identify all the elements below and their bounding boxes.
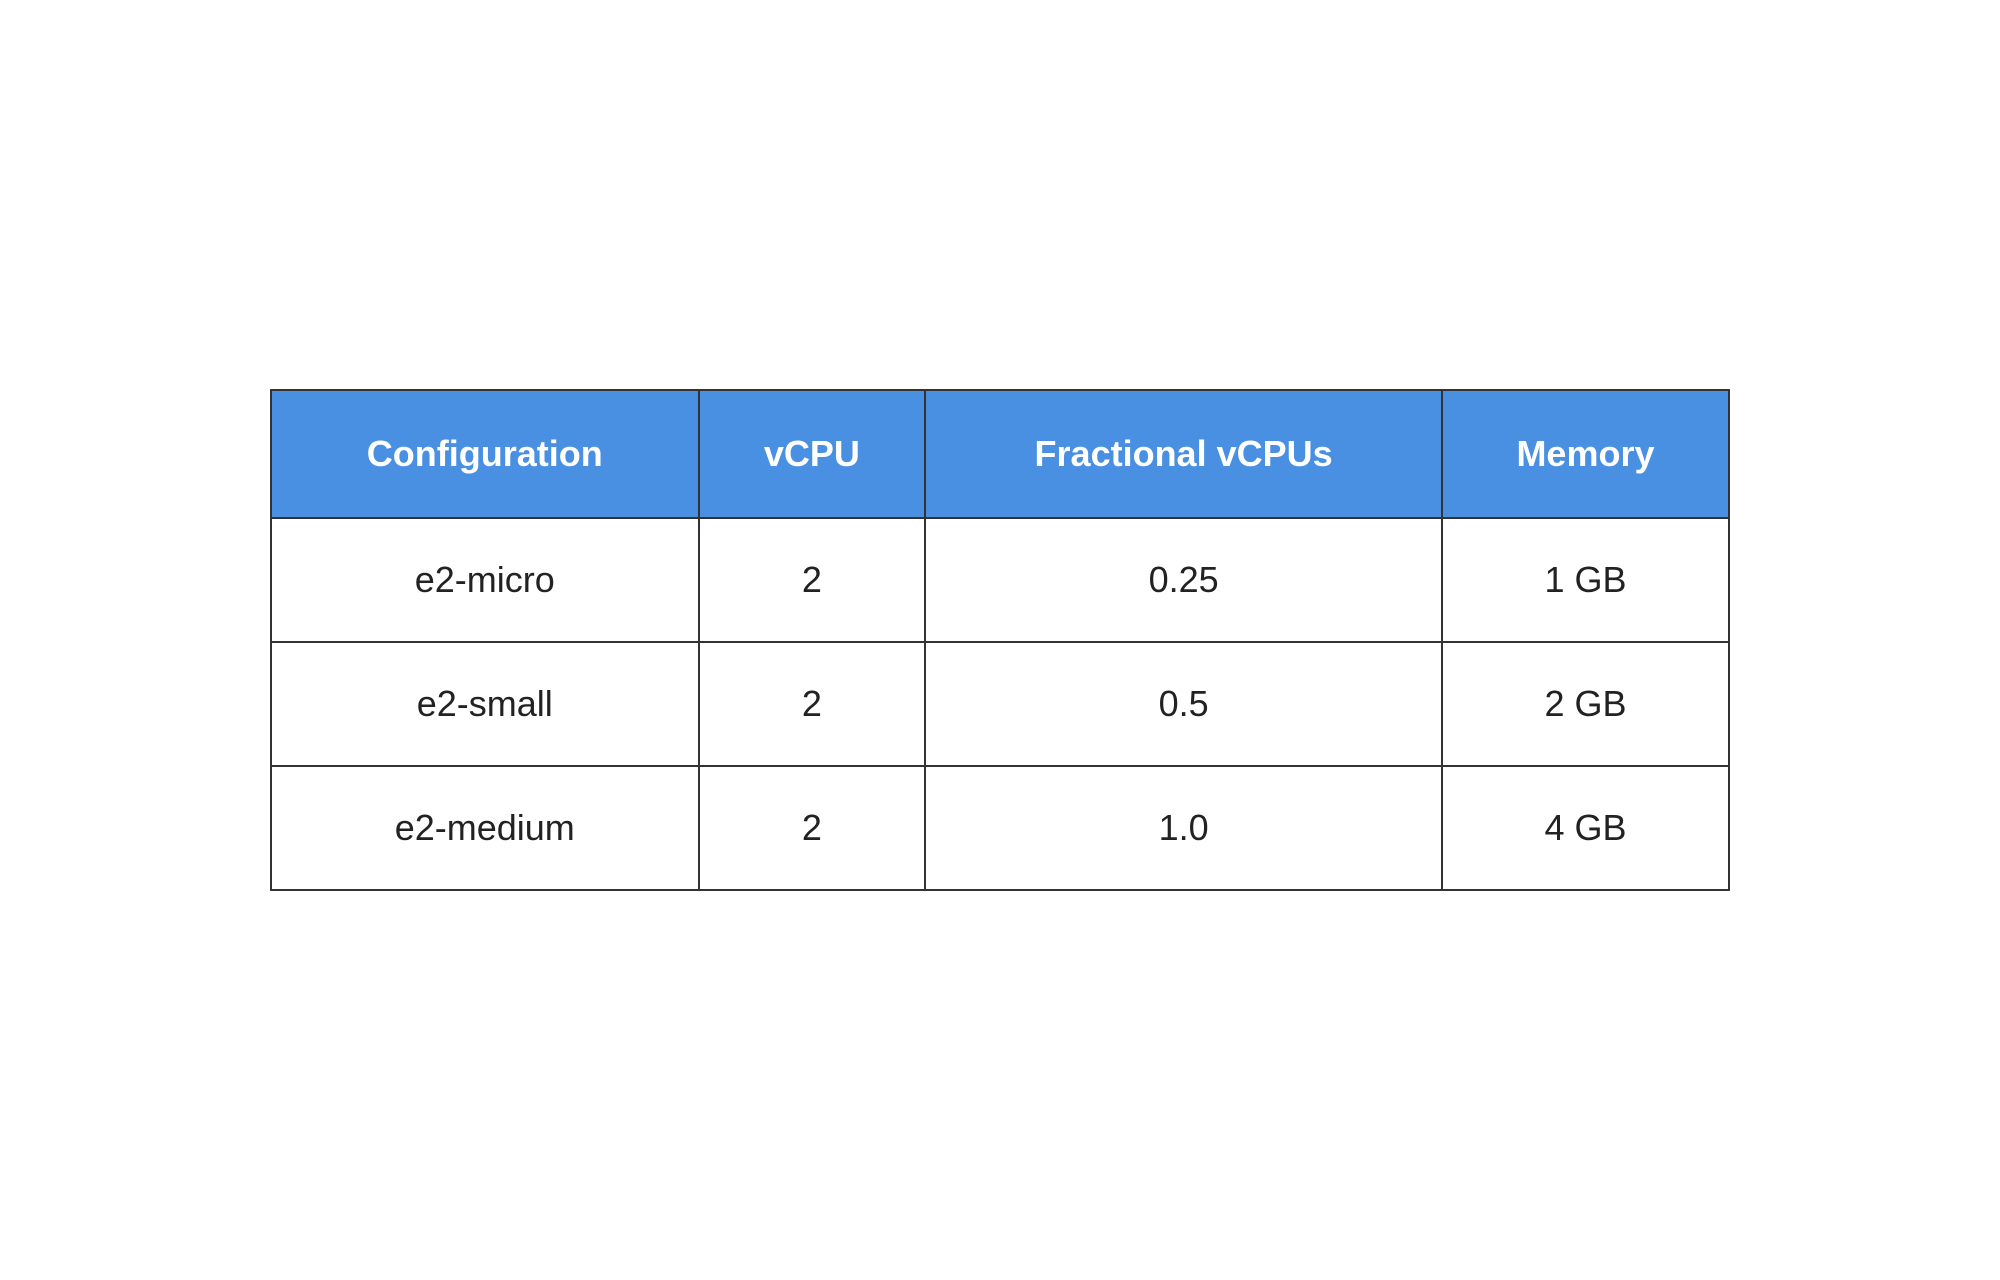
cell-configuration-0: e2-micro bbox=[271, 518, 699, 642]
table-header-row: Configuration vCPU Fractional vCPUs Memo… bbox=[271, 390, 1729, 519]
cell-vcpu-0: 2 bbox=[699, 518, 926, 642]
table-row: e2-small 2 0.5 2 GB bbox=[271, 642, 1729, 766]
cell-memory-2: 4 GB bbox=[1442, 766, 1729, 890]
cell-memory-0: 1 GB bbox=[1442, 518, 1729, 642]
table-row: e2-micro 2 0.25 1 GB bbox=[271, 518, 1729, 642]
header-vcpu: vCPU bbox=[699, 390, 926, 519]
cell-memory-1: 2 GB bbox=[1442, 642, 1729, 766]
cell-fractional-vcpus-2: 1.0 bbox=[925, 766, 1442, 890]
cell-vcpu-1: 2 bbox=[699, 642, 926, 766]
specs-table: Configuration vCPU Fractional vCPUs Memo… bbox=[270, 389, 1730, 892]
cell-configuration-1: e2-small bbox=[271, 642, 699, 766]
cell-vcpu-2: 2 bbox=[699, 766, 926, 890]
cell-fractional-vcpus-1: 0.5 bbox=[925, 642, 1442, 766]
header-configuration: Configuration bbox=[271, 390, 699, 519]
header-memory: Memory bbox=[1442, 390, 1729, 519]
cell-fractional-vcpus-0: 0.25 bbox=[925, 518, 1442, 642]
table-row: e2-medium 2 1.0 4 GB bbox=[271, 766, 1729, 890]
table-container: Configuration vCPU Fractional vCPUs Memo… bbox=[270, 389, 1730, 892]
header-fractional-vcpus: Fractional vCPUs bbox=[925, 390, 1442, 519]
cell-configuration-2: e2-medium bbox=[271, 766, 699, 890]
